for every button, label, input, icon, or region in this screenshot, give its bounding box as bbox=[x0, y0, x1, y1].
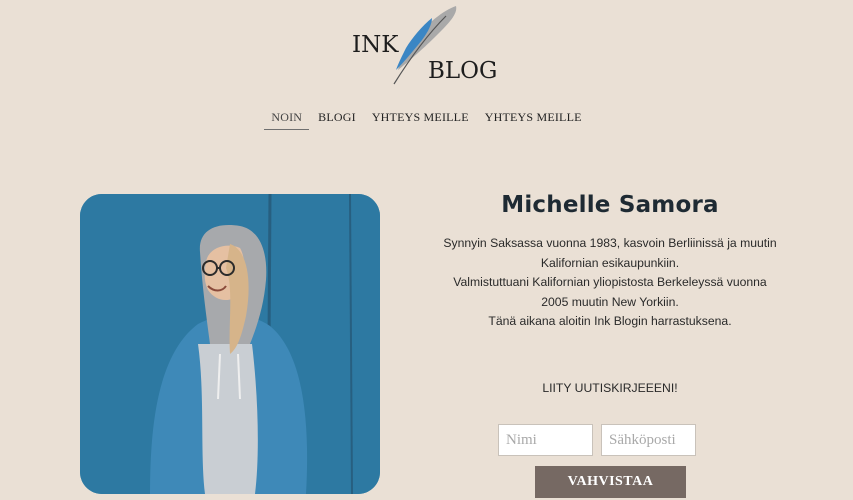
confirm-button[interactable]: VAHVISTAA bbox=[535, 466, 686, 498]
newsletter-form bbox=[498, 424, 696, 456]
nav-item-contact[interactable]: YHTEYS MEILLE bbox=[365, 108, 476, 130]
bio-line: Synnyin Saksassa vuonna 1983, kasvoin Be… bbox=[443, 236, 777, 250]
logo-text-blog: BLOG bbox=[428, 58, 498, 84]
profile-bio: Synnyin Saksassa vuonna 1983, kasvoin Be… bbox=[420, 234, 800, 332]
nav-item-blog[interactable]: BLOGI bbox=[311, 108, 363, 130]
main-nav: NOIN BLOGI YHTEYS MEILLE YHTEYS MEILLE bbox=[0, 108, 853, 130]
profile-name: Michelle Samora bbox=[501, 192, 719, 218]
bio-line: Kalifornian esikaupunkiin. bbox=[540, 255, 680, 270]
site-logo[interactable]: INK BLOG bbox=[340, 4, 500, 88]
newsletter-heading: LIITY UUTISKIRJEEENI! bbox=[542, 380, 678, 395]
nav-item-contact-2[interactable]: YHTEYS MEILLE bbox=[478, 108, 589, 130]
bio-line: Valmistuttuani Kalifornian yliopistosta … bbox=[453, 275, 767, 289]
nav-item-about[interactable]: NOIN bbox=[264, 108, 310, 130]
profile-section: Michelle Samora Synnyin Saksassa vuonna … bbox=[420, 192, 800, 395]
name-input[interactable] bbox=[498, 424, 593, 456]
bio-line: 2005 muutin New Yorkiin. bbox=[541, 294, 679, 309]
bio-line: Tänä aikana aloitin Ink Blogin harrastuk… bbox=[488, 314, 732, 328]
email-input[interactable] bbox=[601, 424, 696, 456]
profile-photo bbox=[80, 194, 380, 494]
